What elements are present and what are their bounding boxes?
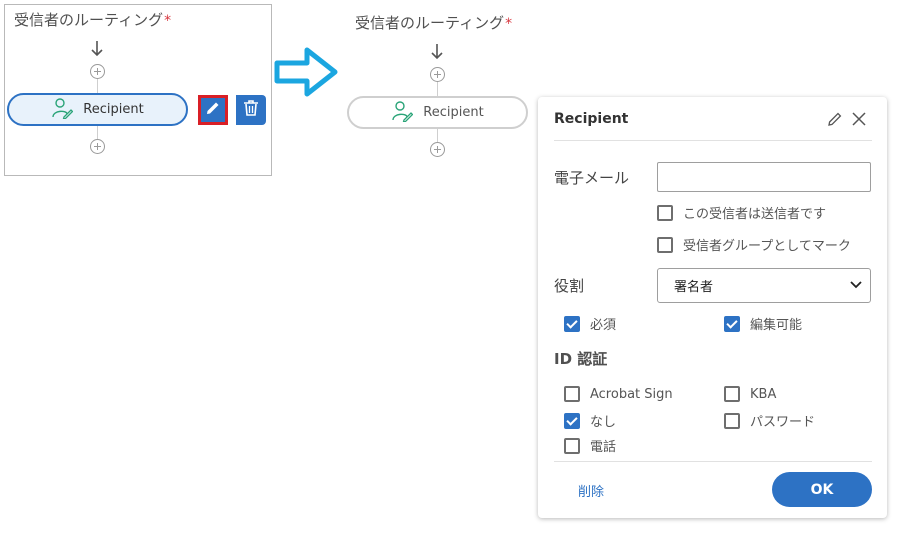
connector-line [97, 126, 98, 139]
add-step-button[interactable] [90, 64, 105, 79]
required-star: * [505, 16, 513, 32]
required-label: 必須 [590, 318, 617, 333]
sender-checkbox-label: この受信者は送信者です [683, 207, 827, 222]
auth-none-row[interactable]: なし [564, 411, 616, 430]
recipient-node-selected[interactable]: Recipient [7, 93, 188, 126]
add-step-button[interactable] [430, 67, 445, 82]
divider [554, 461, 872, 462]
auth-acrobat-sign-label: Acrobat Sign [590, 386, 673, 402]
chevron-down-icon [850, 278, 862, 293]
required-checkbox[interactable] [564, 315, 580, 332]
divider [554, 140, 872, 141]
auth-password-row[interactable]: パスワード [724, 411, 815, 430]
auth-none-checkbox[interactable] [564, 412, 580, 429]
delete-link[interactable]: 削除 [578, 481, 604, 500]
edit-recipient-button[interactable] [198, 95, 228, 125]
auth-none-label: なし [590, 415, 617, 430]
pencil-icon [827, 112, 843, 131]
delete-recipient-button[interactable] [236, 95, 266, 125]
arrow-right-icon [274, 46, 340, 102]
recipient-signer-icon [391, 100, 414, 126]
auth-phone-row[interactable]: 電話 [564, 436, 616, 455]
add-step-button[interactable] [430, 142, 445, 157]
group-checkbox[interactable] [657, 236, 673, 253]
editable-checkbox-row[interactable]: 編集可能 [724, 314, 802, 333]
auth-password-checkbox[interactable] [724, 412, 740, 429]
auth-kba-checkbox[interactable] [724, 386, 740, 402]
arrow-down-icon [90, 40, 104, 62]
auth-phone-checkbox[interactable] [564, 437, 580, 454]
group-checkbox-label: 受信者グループとしてマーク [683, 239, 851, 254]
group-checkbox-row[interactable]: 受信者グループとしてマーク [657, 235, 851, 254]
connector-line [437, 82, 438, 96]
connector-line [437, 129, 438, 142]
editable-label: 編集可能 [750, 318, 803, 333]
trash-icon [243, 99, 259, 121]
auth-phone-label: 電話 [590, 440, 617, 455]
email-field[interactable] [657, 162, 871, 192]
close-button[interactable] [851, 111, 867, 131]
required-checkbox-row[interactable]: 必須 [564, 314, 616, 333]
pencil-icon [205, 100, 221, 120]
connector-line [97, 79, 98, 93]
editable-checkbox[interactable] [724, 315, 740, 332]
close-icon [851, 112, 867, 131]
required-star: * [164, 13, 172, 29]
routing-title: 受信者のルーティング* [355, 14, 513, 32]
ok-button[interactable]: OK [772, 472, 872, 507]
role-selected-value: 署名者 [674, 280, 714, 295]
auth-kba-label: KBA [750, 386, 777, 402]
edit-title-button[interactable] [827, 111, 843, 131]
routing-title: 受信者のルーティング* [14, 11, 172, 29]
auth-password-label: パスワード [750, 415, 816, 430]
id-auth-label: ID 認証 [554, 350, 608, 368]
auth-kba-row[interactable]: KBA [724, 386, 776, 402]
add-step-button[interactable] [90, 139, 105, 154]
dialog-title: Recipient [554, 111, 629, 127]
arrow-down-icon [430, 43, 444, 65]
recipient-label: Recipient [423, 105, 484, 120]
recipient-dialog: Recipient 電子メール この受信者は送信者です 受信者グループとしてマー… [538, 97, 887, 518]
recipient-node[interactable]: Recipient [347, 96, 528, 129]
sender-checkbox-row[interactable]: この受信者は送信者です [657, 203, 826, 222]
role-select[interactable]: 署名者 [657, 268, 871, 303]
auth-acrobat-sign-row[interactable]: Acrobat Sign [564, 386, 673, 402]
role-label: 役割 [554, 277, 585, 295]
auth-acrobat-sign-checkbox[interactable] [564, 386, 580, 402]
sender-checkbox[interactable] [657, 204, 673, 221]
recipient-signer-icon [51, 97, 74, 123]
email-label: 電子メール [554, 169, 630, 187]
recipient-label: Recipient [83, 102, 144, 117]
